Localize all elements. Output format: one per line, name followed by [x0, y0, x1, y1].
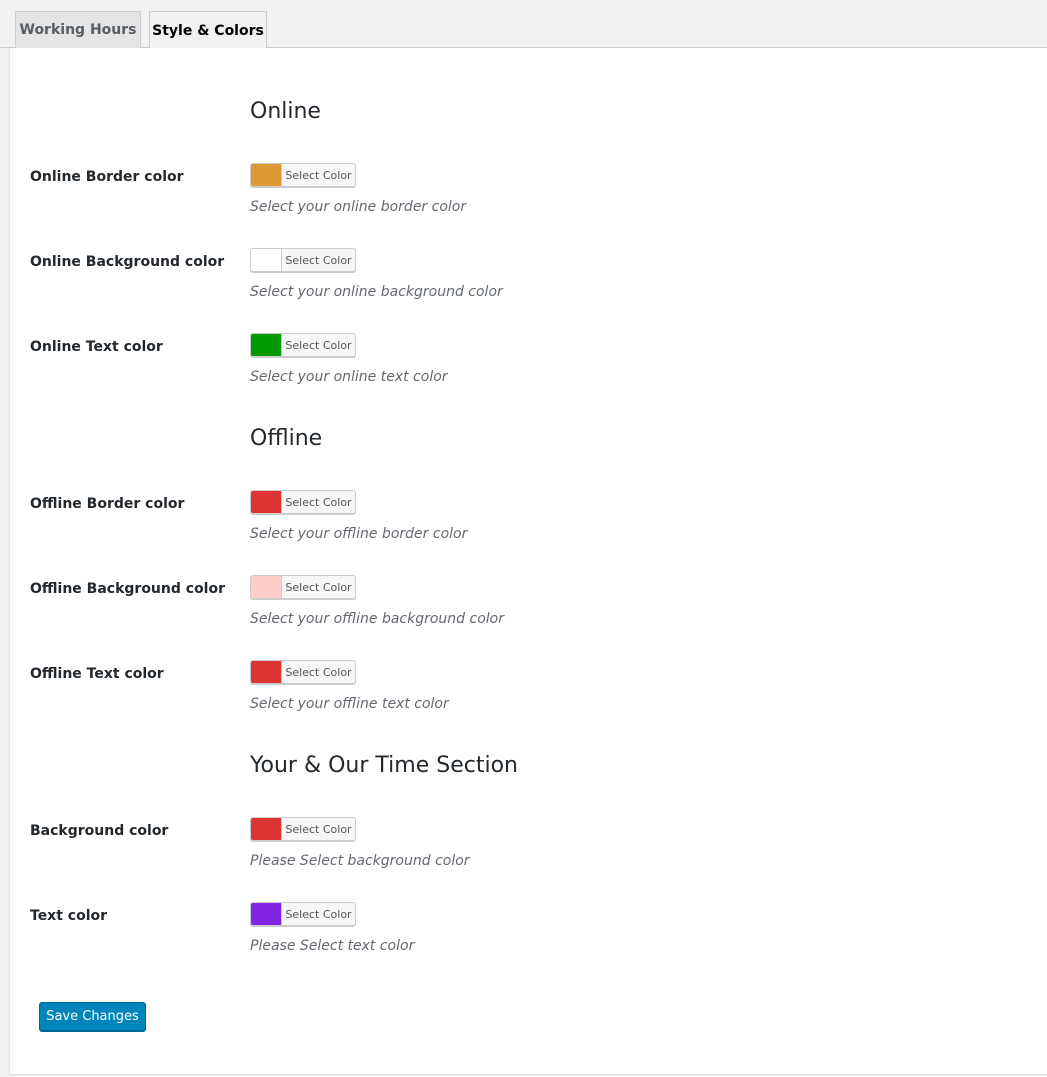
tab-bar: Working Hours Style & Colors — [0, 0, 1047, 49]
time-text-description: Please Select text color — [250, 938, 415, 954]
color-swatch — [251, 576, 282, 598]
select-color-label: Select Color — [285, 580, 352, 594]
select-color-label: Select Color — [285, 253, 352, 267]
color-swatch — [251, 661, 282, 683]
select-color-label: Select Color — [285, 495, 352, 509]
color-swatch — [251, 334, 282, 356]
online-border-description: Select your online border color — [250, 199, 467, 215]
time-background-color-picker[interactable]: Select Color — [250, 817, 356, 841]
select-color-label: Select Color — [285, 822, 352, 836]
color-swatch — [251, 164, 282, 186]
time-background-label: Background color — [30, 823, 169, 839]
offline-text-label: Offline Text color — [30, 666, 164, 682]
section-title-online: Online — [250, 99, 321, 124]
online-text-label: Online Text color — [30, 339, 163, 355]
time-text-color-picker[interactable]: Select Color — [250, 902, 356, 926]
select-color-label: Select Color — [285, 168, 352, 182]
online-border-label: Online Border color — [30, 169, 184, 185]
offline-background-color-picker[interactable]: Select Color — [250, 575, 356, 599]
offline-background-description: Select your offline background color — [250, 611, 504, 627]
select-color-label: Select Color — [285, 665, 352, 679]
time-background-description: Please Select background color — [250, 853, 470, 869]
section-title-time: Your & Our Time Section — [250, 753, 518, 778]
online-border-color-picker[interactable]: Select Color — [250, 163, 356, 187]
color-swatch — [251, 818, 282, 840]
time-text-label: Text color — [30, 908, 108, 924]
section-title-offline: Offline — [250, 426, 323, 451]
offline-border-label: Offline Border color — [30, 496, 185, 512]
offline-background-label: Offline Background color — [30, 581, 226, 597]
online-background-color-picker[interactable]: Select Color — [250, 248, 356, 272]
color-swatch — [251, 249, 282, 271]
offline-text-description: Select your offline text color — [250, 696, 449, 712]
tab-style-colors[interactable]: Style & Colors — [149, 11, 267, 49]
online-text-color-picker[interactable]: Select Color — [250, 333, 356, 357]
save-changes-button[interactable]: Save Changes — [39, 1002, 146, 1031]
online-text-description: Select your online text color — [250, 369, 448, 385]
settings-panel: Online Online Border color Select Color … — [9, 48, 1047, 1075]
color-swatch — [251, 903, 282, 925]
offline-text-color-picker[interactable]: Select Color — [250, 660, 356, 684]
select-color-label: Select Color — [285, 338, 352, 352]
tab-working-hours[interactable]: Working Hours — [15, 11, 141, 48]
color-swatch — [251, 491, 282, 513]
online-background-description: Select your online background color — [250, 284, 503, 300]
online-background-label: Online Background color — [30, 254, 225, 270]
offline-border-description: Select your offline border color — [250, 526, 468, 542]
offline-border-color-picker[interactable]: Select Color — [250, 490, 356, 514]
select-color-label: Select Color — [285, 907, 352, 921]
